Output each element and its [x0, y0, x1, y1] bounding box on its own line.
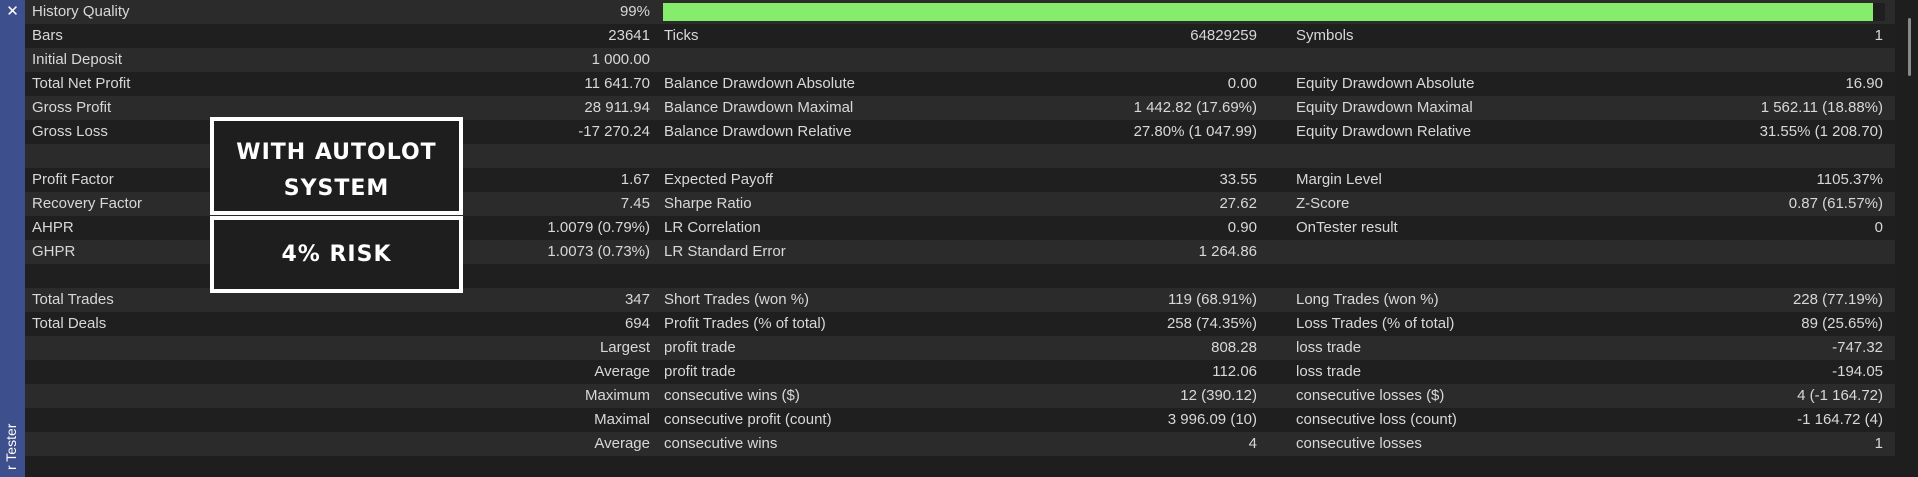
autolot-annotation-box: WITH AUTOLOT SYSTEM [210, 117, 463, 215]
table-row: History Quality 99% [25, 0, 1895, 24]
cell-label-2: Profit Trades (% of total) [664, 315, 826, 332]
close-button[interactable]: ✕ [0, 0, 25, 24]
cell-value-1: Average [594, 435, 650, 452]
cell-value-2: 1 264.86 [1198, 243, 1257, 260]
cell-value-3: 1 [1874, 435, 1883, 452]
cell-label-1: Initial Deposit [32, 51, 123, 68]
history-quality-bar-fill [663, 3, 1873, 21]
cell-label-1: Gross Profit [32, 99, 112, 116]
cell-label-2: Sharpe Ratio [664, 195, 752, 212]
cell-label-1: AHPR [32, 219, 74, 236]
table-row: Total Net Profit 11 641.70 Balance Drawdow… [25, 72, 1895, 96]
table-row: Average consecutive wins 4 consecutive loss… [25, 432, 1895, 456]
cell-label-2: consecutive wins [664, 435, 778, 452]
cell-value-1: Maximal [594, 411, 650, 428]
table-row: Initial Deposit 1 000.00 [25, 48, 1895, 72]
tester-sidebar: ✕ r Tester [0, 0, 25, 477]
cell-value-3: 1 562.11 (18.88%) [1760, 99, 1883, 116]
risk-annotation-text: 4% RISK [281, 242, 392, 267]
cell-label-1: GHPR [32, 243, 76, 260]
history-quality-bar [663, 3, 1885, 21]
cell-label-2: Balance Drawdown Relative [664, 123, 852, 140]
cell-value-2: 27.80% (1 047.99) [1133, 123, 1257, 140]
cell-label-2: consecutive profit (count) [664, 411, 832, 428]
cell-value-3: 0 [1874, 219, 1883, 236]
cell-label-1: Total Net Profit [32, 75, 131, 92]
cell-value-3: 0.87 (61.57%) [1788, 195, 1883, 212]
cell-label-2: Ticks [664, 27, 699, 44]
cell-value-2: 112.06 [1212, 363, 1257, 380]
table-row: Average profit trade 112.06 loss trade -194.… [25, 360, 1895, 384]
cell-value-2: 1 442.82 (17.69%) [1133, 99, 1257, 116]
cell-value-3: 16.90 [1845, 75, 1883, 92]
cell-value-3: 228 (77.19%) [1792, 291, 1883, 308]
sidebar-tab-label[interactable]: r Tester [2, 410, 20, 470]
cell-value-3: 1 [1874, 27, 1883, 44]
cell-value-1: Largest [599, 339, 650, 356]
cell-value-2: 33.55 [1219, 171, 1257, 188]
cell-value-1: 99% [619, 3, 650, 20]
cell-value-2: 0.90 [1227, 219, 1257, 236]
cell-label-2: Balance Drawdown Maximal [664, 99, 854, 116]
cell-value-2: 258 (74.35%) [1166, 315, 1257, 332]
cell-label-2: Short Trades (won %) [664, 291, 810, 308]
cell-value-1: 1 000.00 [591, 51, 650, 68]
cell-value-2: 12 (390.12) [1180, 387, 1257, 404]
cell-label-2: profit trade [664, 339, 736, 356]
cell-value-1: 11 641.70 [584, 75, 650, 92]
cell-value-3: -1 164.72 (4) [1797, 411, 1883, 428]
cell-label-2: Balance Drawdown Absolute [664, 75, 855, 92]
cell-value-2: 808.28 [1211, 339, 1257, 356]
cell-value-3: -747.32 [1832, 339, 1883, 356]
autolot-annotation-line1: WITH AUTOLOT [236, 140, 437, 165]
cell-value-1: 23641 [608, 27, 650, 44]
autolot-annotation-line2: SYSTEM [283, 176, 390, 201]
cell-value-3: 89 (25.65%) [1801, 315, 1883, 332]
cell-value-2: 27.62 [1219, 195, 1257, 212]
cell-value-1: Average [594, 363, 650, 380]
cell-label-1: Recovery Factor [32, 195, 143, 212]
table-row: Maximal consecutive profit (count) 3 996.0… [25, 408, 1895, 432]
cell-value-2: 0.00 [1227, 75, 1257, 92]
table-row: Bars 23641 Ticks 64829259 Symbols 1 [25, 24, 1895, 48]
cell-value-2: 3 996.09 (10) [1167, 411, 1257, 428]
cell-value-3: 31.55% (1 208.70) [1759, 123, 1883, 140]
cell-label-1: Profit Factor [32, 171, 114, 188]
cell-label-1: Gross Loss [32, 123, 108, 140]
table-row: Maximum consecutive wins ($) 12 (390.12) co… [25, 384, 1895, 408]
cell-value-3: 1105.37% [1816, 171, 1883, 188]
cell-label-2: LR Standard Error [664, 243, 786, 260]
cell-label-2: consecutive wins ($) [664, 387, 800, 404]
cell-value-2: 64829259 [1190, 27, 1257, 44]
risk-annotation-box: 4% RISK [210, 216, 463, 293]
cell-value-3: -194.05 [1832, 363, 1883, 380]
cell-label-2: Expected Payoff [664, 171, 773, 188]
cell-label-2: profit trade [664, 363, 736, 380]
cell-value-2: 4 [1248, 435, 1257, 452]
cell-label-2: LR Correlation [664, 219, 761, 236]
table-row: Total Deals 694 Profit Trades (% of total)… [25, 312, 1895, 336]
cell-value-3: 4 (-1 164.72) [1797, 387, 1883, 404]
table-row: Largest profit trade 808.28 loss trade -747.… [25, 336, 1895, 360]
cell-value-2: 119 (68.91%) [1168, 291, 1257, 308]
cell-label-1: History Quality [32, 3, 130, 20]
cell-label-1: Total Deals [32, 315, 107, 332]
cell-label-1: Bars [32, 27, 63, 44]
cell-label-1: Total Trades [32, 291, 114, 308]
vertical-scrollbar[interactable] [1908, 18, 1911, 76]
cell-value-1: Maximum [584, 387, 650, 404]
cell-value-1: 694 [624, 315, 650, 332]
